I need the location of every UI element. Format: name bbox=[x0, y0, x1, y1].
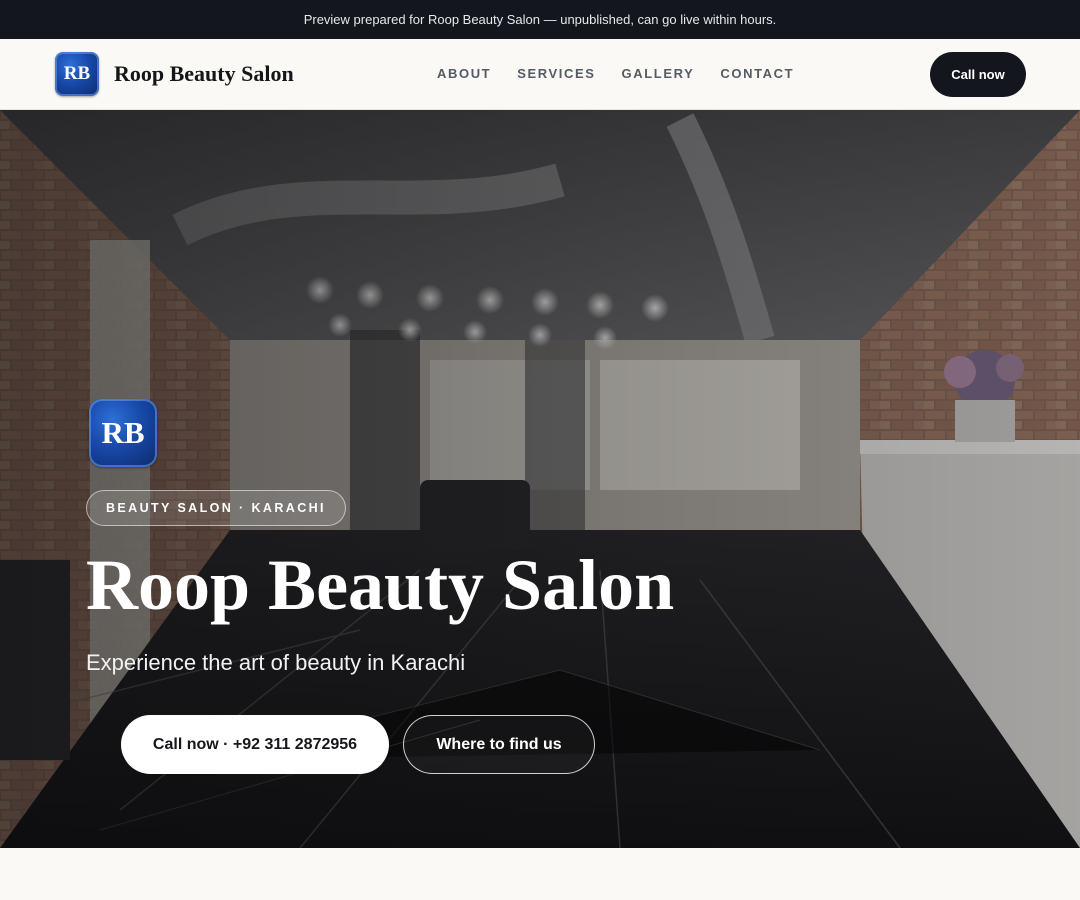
hero-logo-initials: RB bbox=[101, 415, 145, 450]
brand-name[interactable]: Roop Beauty Salon bbox=[114, 61, 294, 87]
hero-logo: RB bbox=[89, 399, 157, 467]
main-nav: ABOUT SERVICES GALLERY CONTACT bbox=[437, 66, 794, 81]
nav-about[interactable]: ABOUT bbox=[437, 66, 491, 81]
brand-logo[interactable]: RB bbox=[55, 52, 99, 96]
hero-title: Roop Beauty Salon bbox=[86, 545, 675, 625]
nav-services[interactable]: SERVICES bbox=[517, 66, 595, 81]
preview-banner-text: Preview prepared for Roop Beauty Salon —… bbox=[303, 12, 777, 27]
brand-logo-initials: RB bbox=[63, 63, 91, 84]
category-tag: BEAUTY SALON · KARACHI bbox=[86, 490, 346, 526]
nav-gallery[interactable]: GALLERY bbox=[622, 66, 695, 81]
nav-contact[interactable]: CONTACT bbox=[720, 66, 794, 81]
where-to-find-us-button[interactable]: Where to find us bbox=[403, 715, 595, 774]
site-header: RB Roop Beauty Salon ABOUT SERVICES GALL… bbox=[0, 39, 1080, 110]
hero-section: RB BEAUTY SALON · KARACHI Roop Beauty Sa… bbox=[0, 110, 1080, 848]
hero-subtitle: Experience the art of beauty in Karachi bbox=[86, 650, 466, 675]
preview-banner: Preview prepared for Roop Beauty Salon —… bbox=[0, 0, 1080, 39]
header-call-button[interactable]: Call now bbox=[930, 52, 1026, 97]
call-now-button[interactable]: Call now · +92 311 2872956 bbox=[121, 715, 389, 774]
